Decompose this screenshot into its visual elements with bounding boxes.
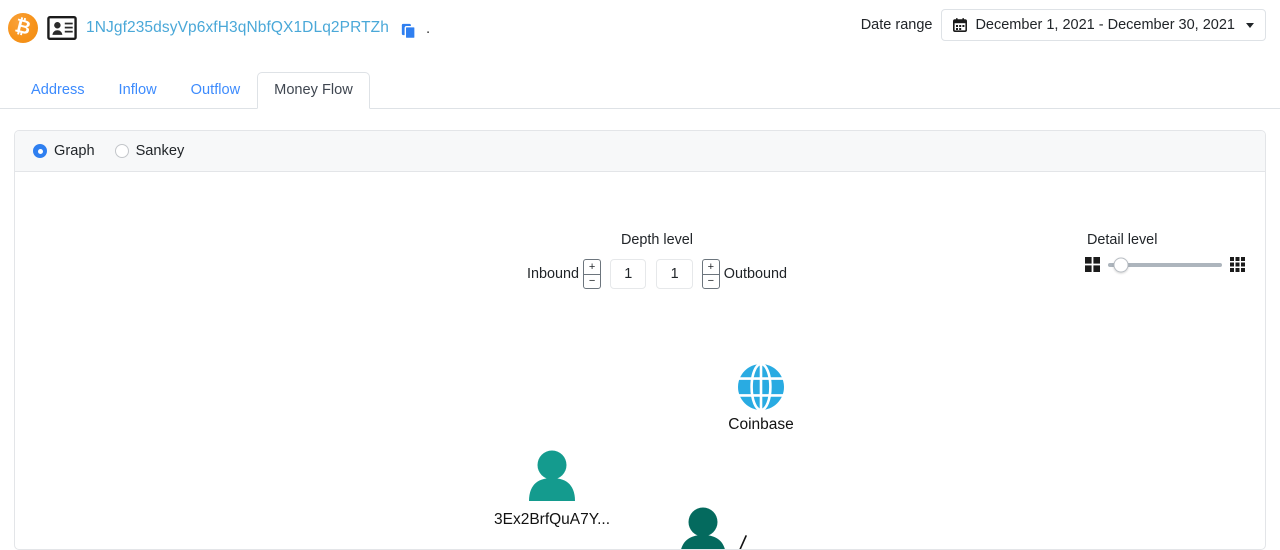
view-mode-toolbar: Graph Sankey	[15, 131, 1265, 172]
date-range-label: Date range	[860, 17, 933, 33]
chevron-down-icon	[1246, 22, 1254, 28]
globe-icon	[738, 362, 784, 412]
tab-bar: Address Inflow Outflow Money Flow	[0, 68, 1280, 109]
top-bar: ₿ 1NJgf235dsyVp6xfH3qNbfQX1DLq2PRTZh . D…	[0, 0, 1280, 58]
person-icon	[681, 507, 725, 549]
radio-graph[interactable]: Graph	[33, 143, 95, 159]
tab-outflow[interactable]: Outflow	[174, 72, 257, 109]
radio-sankey[interactable]: Sankey	[114, 143, 185, 159]
money-flow-graph[interactable]: 40.0000 BTC 0.0000 BTC	[15, 172, 1266, 550]
person-icon	[529, 450, 575, 501]
tab-address[interactable]: Address	[14, 72, 102, 109]
date-range-picker[interactable]: December 1, 2021 - December 30, 2021	[941, 9, 1266, 41]
id-card-icon	[47, 16, 77, 40]
tab-money-flow[interactable]: Money Flow	[257, 71, 370, 109]
money-flow-page: ₿ 1NJgf235dsyVp6xfH3qNbfQX1DLq2PRTZh . D…	[0, 0, 1280, 550]
graph-node-label-3ex2: 3Ex2BrfQuA7Y...	[494, 511, 610, 528]
address-value[interactable]: 1NJgf235dsyVp6xfH3qNbfQX1DLq2PRTZh	[86, 19, 389, 37]
radio-sankey-dot	[114, 144, 129, 158]
graph-node-coinbase[interactable]: Coinbase	[728, 362, 794, 433]
date-range-control: Date range December 1, 2021 - December 3…	[861, 9, 1266, 41]
money-flow-card: Graph Sankey Depth level Inbound + − 1 1	[14, 130, 1266, 550]
calendar-icon	[953, 18, 968, 32]
graph-node-label-coinbase: Coinbase	[728, 416, 794, 433]
radio-sankey-label: Sankey	[135, 143, 185, 159]
date-range-value: December 1, 2021 - December 30, 2021	[975, 17, 1235, 33]
radio-graph-label: Graph	[54, 143, 95, 159]
card-body: Depth level Inbound + − 1 1 + − Outbound	[15, 172, 1266, 550]
address-header: ₿ 1NJgf235dsyVp6xfH3qNbfQX1DLq2PRTZh .	[8, 13, 430, 43]
radio-graph-dot	[33, 144, 47, 158]
copy-icon[interactable]	[401, 23, 416, 39]
bitcoin-logo: ₿	[8, 13, 38, 43]
tab-inflow[interactable]: Inflow	[102, 72, 174, 109]
graph-node-3ex2[interactable]: 3Ex2BrfQuA7Y...	[494, 450, 610, 529]
trailing-period: .	[425, 19, 431, 37]
